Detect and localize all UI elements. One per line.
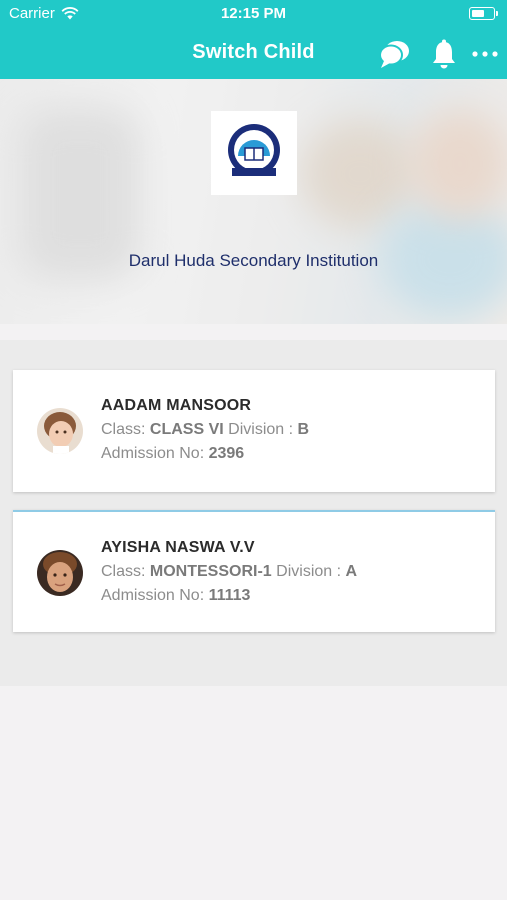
child-list: AADAM MANSOOR Class: CLASS VI Division :… — [0, 340, 507, 686]
status-bar: Carrier 12:15 PM — [0, 0, 507, 28]
child-division: A — [345, 563, 358, 580]
child-card[interactable]: AADAM MANSOOR Class: CLASS VI Division :… — [13, 370, 495, 492]
child-admission-no: 2396 — [208, 445, 245, 462]
child-admission-line: Admission No: 11113 — [101, 587, 251, 604]
child-class-line: Class: CLASS VI Division : B — [101, 421, 310, 438]
nav-bar: Switch Child — [0, 28, 507, 79]
child-class-line: Class: MONTESSORI-1 Division : A — [101, 563, 358, 580]
child-name: AADAM MANSOOR — [101, 397, 252, 414]
school-name: Darul Huda Secondary Institution — [128, 251, 379, 270]
clock: 12:15 PM — [220, 5, 287, 22]
battery-icon — [469, 7, 498, 20]
child-admission-no: 11113 — [208, 587, 251, 604]
school-logo — [211, 111, 297, 195]
avatar — [37, 408, 83, 454]
child-name: AYISHA NASWA V.V — [101, 539, 255, 556]
more-icon[interactable] — [467, 36, 503, 72]
child-class: CLASS VI — [149, 421, 224, 438]
bell-icon[interactable] — [426, 36, 462, 72]
chat-icon[interactable] — [377, 36, 413, 72]
child-class: MONTESSORI-1 — [149, 563, 272, 580]
child-admission-line: Admission No: 2396 — [101, 445, 245, 462]
school-banner: Darul Huda Secondary Institution — [0, 79, 507, 324]
avatar — [37, 550, 83, 596]
child-card[interactable]: AYISHA NASWA V.V Class: MONTESSORI-1 Div… — [13, 510, 495, 632]
child-division: B — [297, 421, 310, 438]
